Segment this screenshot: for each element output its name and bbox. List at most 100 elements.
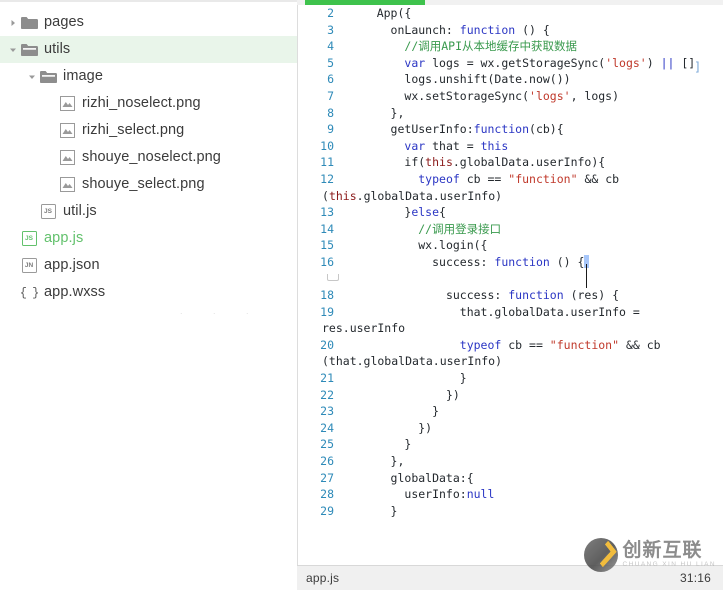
code-line[interactable]: 2 App({: [297, 5, 723, 22]
code-text[interactable]: (that.globalData.userInfo): [322, 353, 502, 370]
tree-item-pages[interactable]: pages: [0, 9, 297, 36]
code-text[interactable]: App({: [349, 5, 411, 22]
code-text[interactable]: var that = this: [349, 138, 508, 155]
code-text[interactable]: var logs = wx.getStorageSync('logs') || …: [349, 55, 695, 72]
code-token: },: [391, 106, 405, 120]
code-line[interactable]: 24 }): [297, 420, 723, 437]
code-text[interactable]: }): [349, 420, 432, 437]
chevron-right-icon[interactable]: [6, 9, 20, 36]
code-text[interactable]: wx.setStorageSync('logs', logs): [349, 88, 619, 105]
tree-item-utils[interactable]: utils: [0, 36, 297, 63]
code-line[interactable]: 23 }: [297, 403, 723, 420]
code-line[interactable]: 3 onLaunch: function () {: [297, 22, 723, 39]
tree-item-image[interactable]: image: [0, 63, 297, 90]
code-text[interactable]: if(this.globalData.userInfo){: [349, 154, 605, 171]
code-text[interactable]: onLaunch: function () {: [349, 22, 550, 39]
caret-stalk: [586, 264, 587, 288]
code-text[interactable]: },: [349, 105, 404, 122]
code-text[interactable]: }): [349, 387, 460, 404]
code-content[interactable]: 2 App({3 onLaunch: function () {4 //调用AP…: [297, 5, 723, 565]
code-text[interactable]: }: [349, 436, 411, 453]
file-tree[interactable]: pagesutilsimagerizhi_noselect.pngrizhi_s…: [0, 0, 297, 306]
code-indent: [349, 89, 404, 103]
code-line[interactable]: 11 if(this.globalData.userInfo){: [297, 154, 723, 171]
devtools-window: pagesutilsimagerizhi_noselect.pngrizhi_s…: [0, 0, 723, 590]
tree-item-label: pages: [44, 9, 84, 36]
code-line[interactable]: 28 userInfo:null: [297, 486, 723, 503]
code-text[interactable]: (this.globalData.userInfo): [322, 188, 502, 205]
code-line-wrapped[interactable]: res.userInfo: [297, 320, 723, 337]
code-indent: [349, 471, 391, 485]
tree-item-shouye-noselect-png[interactable]: shouye_noselect.png: [0, 144, 297, 171]
code-indent: [349, 106, 391, 120]
code-token: (res) {: [564, 288, 619, 302]
code-line[interactable]: 22 }): [297, 387, 723, 404]
code-text[interactable]: logs.unshift(Date.now()): [349, 71, 571, 88]
code-line[interactable]: 13 }else{: [297, 204, 723, 221]
code-line[interactable]: 7 wx.setStorageSync('logs', logs): [297, 88, 723, 105]
code-line[interactable]: 19 that.globalData.userInfo =: [297, 304, 723, 321]
code-token: },: [391, 454, 405, 468]
code-line-wrapped[interactable]: (this.globalData.userInfo): [297, 188, 723, 205]
line-number: 18: [297, 287, 341, 304]
code-fold-marker[interactable]: [327, 274, 339, 281]
code-text[interactable]: }else{: [349, 204, 446, 221]
overflow-bracket-glyph: ]: [694, 60, 702, 74]
code-text[interactable]: that.globalData.userInfo =: [349, 304, 640, 321]
code-line-wrapped[interactable]: (that.globalData.userInfo): [297, 353, 723, 370]
tree-item-rizhi-select-png[interactable]: rizhi_select.png: [0, 117, 297, 144]
code-text[interactable]: globalData:{: [349, 470, 474, 487]
code-line[interactable]: 12 typeof cb == "function" && cb: [297, 171, 723, 188]
code-text[interactable]: }: [349, 503, 397, 520]
tree-item-rizhi-noselect-png[interactable]: rizhi_noselect.png: [0, 90, 297, 117]
code-line[interactable]: 16 success: function () {: [297, 254, 723, 271]
image-file-icon: [58, 149, 76, 167]
code-line[interactable]: 27 globalData:{: [297, 470, 723, 487]
code-line[interactable]: 25 }: [297, 436, 723, 453]
code-line[interactable]: 8 },: [297, 105, 723, 122]
code-text[interactable]: userInfo:null: [349, 486, 494, 503]
status-cursor-position: 31:16: [680, 571, 711, 585]
code-text[interactable]: success: function () {: [349, 254, 584, 271]
code-line[interactable]: 10 var that = this: [297, 138, 723, 155]
chevron-down-icon[interactable]: [6, 36, 20, 63]
code-token: && cb: [578, 172, 620, 186]
code-text[interactable]: //调用登录接口: [349, 221, 501, 238]
code-text[interactable]: typeof cb == "function" && cb: [349, 337, 661, 354]
code-line[interactable]: 6 logs.unshift(Date.now()): [297, 71, 723, 88]
tree-item-app-json[interactable]: JNapp.json: [0, 252, 297, 279]
code-line[interactable]: 14 //调用登录接口: [297, 221, 723, 238]
code-line[interactable]: 21 }: [297, 370, 723, 387]
code-text[interactable]: typeof cb == "function" && cb: [349, 171, 619, 188]
code-token: App({: [377, 6, 412, 20]
tree-item-util-js[interactable]: JSutil.js: [0, 198, 297, 225]
code-line[interactable]: 26 },: [297, 453, 723, 470]
chevron-down-icon[interactable]: [25, 63, 39, 90]
code-line[interactable]: 18 success: function (res) {: [297, 287, 723, 304]
tree-item-app-wxss[interactable]: { }app.wxss: [0, 279, 297, 306]
code-line[interactable]: 20 typeof cb == "function" && cb: [297, 337, 723, 354]
code-line[interactable]: 5 var logs = wx.getStorageSync('logs') |…: [297, 55, 723, 72]
code-indent: [349, 371, 460, 385]
code-text[interactable]: //调用API从本地缓存中获取数据: [349, 38, 577, 55]
code-text[interactable]: success: function (res) {: [349, 287, 619, 304]
code-line[interactable]: 4 //调用API从本地缓存中获取数据: [297, 38, 723, 55]
code-text[interactable]: res.userInfo: [322, 320, 405, 337]
tree-item-shouye-select-png[interactable]: shouye_select.png: [0, 171, 297, 198]
code-line[interactable]: 29 }: [297, 503, 723, 520]
code-text[interactable]: },: [349, 453, 404, 470]
code-editor-panel[interactable]: 2 App({3 onLaunch: function () {4 //调用AP…: [297, 0, 723, 590]
code-line-blank[interactable]: [297, 271, 723, 288]
line-number: 29: [297, 503, 341, 520]
code-line[interactable]: 15 wx.login({: [297, 237, 723, 254]
code-text[interactable]: }: [349, 370, 467, 387]
code-token: "function": [508, 172, 577, 186]
code-indent: [349, 388, 446, 402]
code-text[interactable]: }: [349, 403, 439, 420]
file-explorer-panel: pagesutilsimagerizhi_noselect.pngrizhi_s…: [0, 0, 297, 590]
code-line[interactable]: 9 getUserInfo:function(cb){: [297, 121, 723, 138]
code-text[interactable]: wx.login({: [349, 237, 488, 254]
tree-item-label: app.js: [44, 225, 83, 252]
code-text[interactable]: getUserInfo:function(cb){: [349, 121, 564, 138]
tree-item-app-js[interactable]: JSapp.js: [0, 225, 297, 252]
